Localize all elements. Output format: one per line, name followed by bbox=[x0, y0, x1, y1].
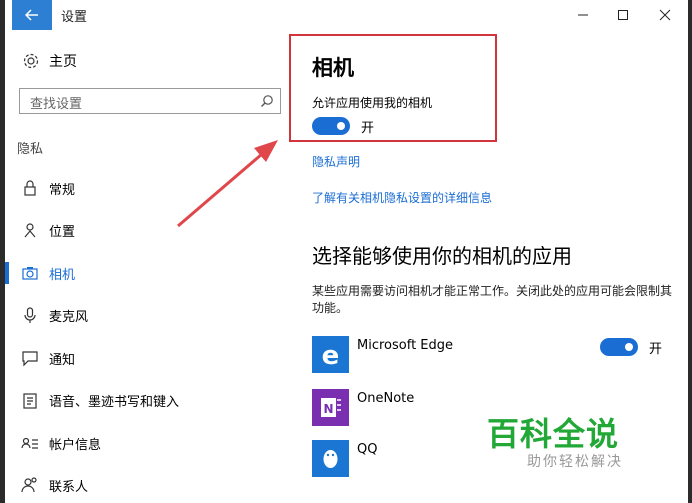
back-arrow-icon bbox=[25, 9, 38, 21]
account-list-icon bbox=[21, 437, 38, 449]
qq-penguin-icon bbox=[312, 440, 349, 477]
search-input[interactable]: 查找设置 bbox=[19, 88, 281, 114]
sidebar-item-microphone[interactable]: 麦克风 bbox=[5, 295, 295, 335]
svg-text:e: e bbox=[322, 341, 340, 371]
lock-icon bbox=[24, 180, 36, 196]
sidebar-item-label: 联系人 bbox=[49, 480, 89, 495]
minimize-button[interactable] bbox=[563, 0, 603, 30]
app-name: QQ bbox=[357, 442, 378, 457]
sidebar-item-label: 位置 bbox=[49, 225, 76, 240]
home-nav-item[interactable]: 主页 bbox=[5, 46, 295, 76]
sidebar-item-general[interactable]: 常规 bbox=[5, 168, 295, 208]
allow-camera-label: 允许应用使用我的相机 bbox=[312, 96, 433, 110]
camera-icon bbox=[22, 267, 38, 280]
sidebar-item-account-info[interactable]: 帐户信息 bbox=[5, 423, 295, 463]
privacy-group-label: 隐私 bbox=[17, 142, 44, 157]
search-icon bbox=[261, 95, 273, 107]
allow-camera-toggle-state: 开 bbox=[361, 121, 375, 136]
sidebar-item-label: 通知 bbox=[49, 353, 76, 368]
learn-more-link[interactable]: 了解有关相机隐私设置的详细信息 bbox=[312, 189, 492, 206]
section-title: 选择能够使用你的相机的应用 bbox=[312, 244, 572, 268]
edge-icon: e bbox=[312, 336, 349, 373]
privacy-statement-link[interactable]: 隐私声明 bbox=[312, 153, 360, 170]
window-title: 设置 bbox=[61, 10, 88, 25]
back-button[interactable] bbox=[12, 0, 52, 30]
sidebar-item-label: 语音、墨迹书写和键入 bbox=[49, 395, 180, 410]
sidebar-item-label: 常规 bbox=[49, 183, 76, 198]
search-placeholder: 查找设置 bbox=[30, 97, 83, 112]
location-icon bbox=[24, 223, 36, 238]
page-title: 相机 bbox=[312, 56, 354, 80]
allow-camera-toggle[interactable] bbox=[312, 117, 350, 135]
home-label: 主页 bbox=[49, 54, 77, 70]
settings-window: 设置 主页 查找设置 隐私 常规 位置 相机 麦克风 通知 语音、墨迹书写和键入… bbox=[5, 0, 688, 503]
app-toggle[interactable] bbox=[600, 338, 638, 356]
app-name: Microsoft Edge bbox=[357, 338, 454, 353]
clipboard-icon bbox=[23, 393, 37, 409]
maximize-button[interactable] bbox=[603, 0, 643, 30]
sidebar-item-notifications[interactable]: 通知 bbox=[5, 338, 295, 378]
maximize-icon bbox=[618, 10, 628, 20]
gear-icon bbox=[23, 53, 39, 69]
watermark-logo: 百科全说 bbox=[487, 415, 620, 453]
close-button[interactable] bbox=[645, 0, 685, 30]
sidebar-item-contacts[interactable]: 联系人 bbox=[5, 465, 295, 503]
app-row-edge: e Microsoft Edge 开 bbox=[312, 336, 688, 376]
minimize-icon bbox=[578, 14, 588, 16]
sidebar-item-speech-inking[interactable]: 语音、墨迹书写和键入 bbox=[5, 380, 295, 420]
watermark: 百科全说 助你轻松解决 bbox=[481, 405, 681, 475]
section-description: 某些应用需要访问相机才能正常工作。关闭此处的应用可能会限制其功能。 bbox=[312, 284, 673, 315]
title-bar: 设置 bbox=[5, 0, 688, 30]
contacts-icon bbox=[21, 477, 37, 493]
microphone-icon bbox=[24, 307, 36, 323]
app-toggle-state: 开 bbox=[649, 342, 663, 357]
onenote-icon: N bbox=[312, 389, 349, 426]
chat-bubble-icon bbox=[22, 351, 38, 367]
svg-text:N: N bbox=[323, 402, 333, 416]
sidebar-item-label: 帐户信息 bbox=[49, 438, 102, 453]
sidebar-item-label: 相机 bbox=[49, 268, 76, 283]
sidebar-item-camera[interactable]: 相机 bbox=[5, 253, 295, 293]
watermark-subtitle: 助你轻松解决 bbox=[527, 454, 623, 470]
app-name: OneNote bbox=[357, 391, 415, 406]
sidebar-item-label: 麦克风 bbox=[49, 310, 89, 325]
sidebar-item-location[interactable]: 位置 bbox=[5, 210, 295, 250]
close-icon bbox=[659, 9, 671, 21]
